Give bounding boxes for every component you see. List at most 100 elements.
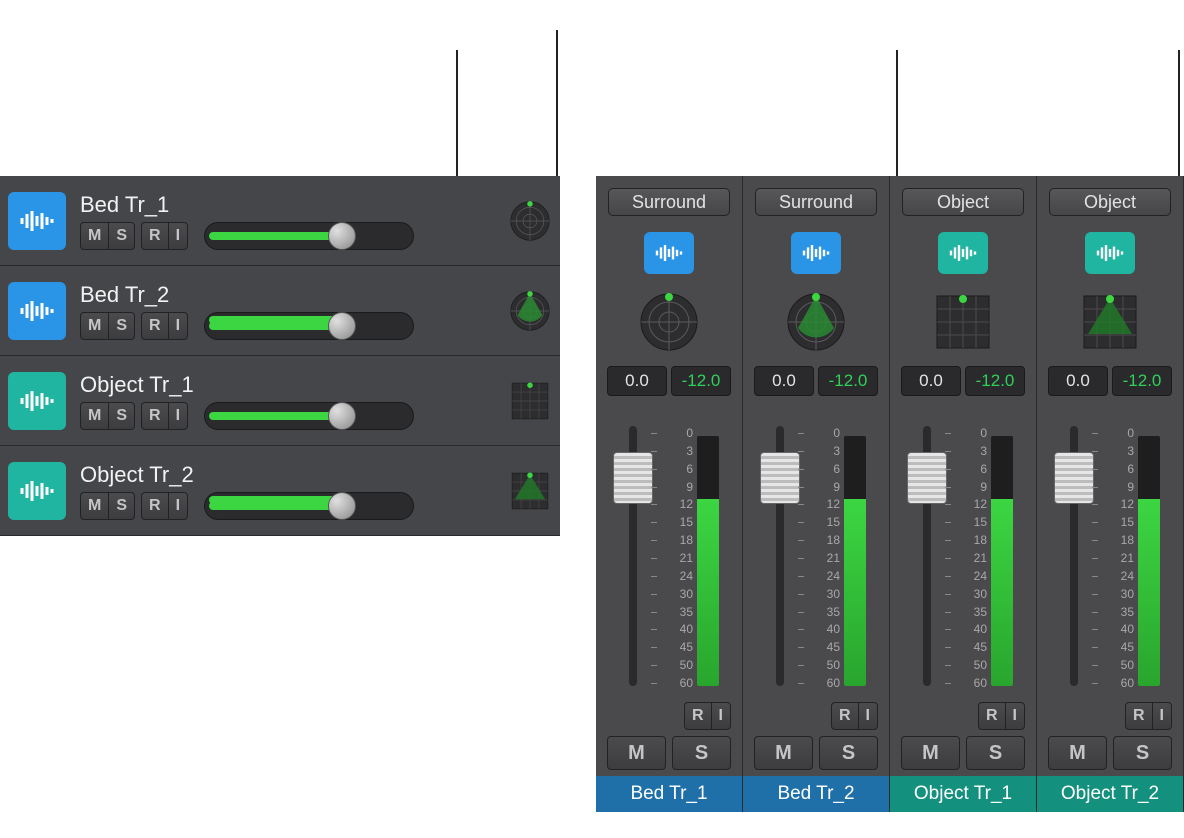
scale-tick: 15	[1100, 515, 1134, 529]
record-button[interactable]: R	[141, 222, 168, 250]
record-button[interactable]: R	[978, 702, 1005, 730]
record-button[interactable]: R	[141, 312, 168, 340]
fader-thumb[interactable]	[760, 452, 800, 504]
solo-button[interactable]: S	[108, 312, 135, 340]
peak-readout[interactable]: -12.0	[818, 366, 878, 396]
input-monitor-button[interactable]: I	[168, 222, 188, 250]
scale-tick: 12	[953, 497, 987, 511]
gain-readout[interactable]: 0.0	[607, 366, 667, 396]
surround-panner[interactable]	[1076, 288, 1144, 356]
volume-slider[interactable]	[204, 312, 414, 340]
scale-tick: 21	[1100, 551, 1134, 565]
mute-button[interactable]: M	[1048, 736, 1107, 770]
scale-tick: 18	[1100, 533, 1134, 547]
solo-button[interactable]: S	[108, 222, 135, 250]
input-monitor-button[interactable]: I	[168, 492, 188, 520]
mixer: Surround 0.0 -12.0 036912151821243035404…	[596, 176, 1184, 812]
output-mode-button[interactable]: Surround	[608, 188, 730, 216]
input-monitor-button[interactable]: I	[168, 312, 188, 340]
surround-panner[interactable]	[929, 288, 997, 356]
fader-thumb[interactable]	[613, 452, 653, 504]
scale-tick: 21	[806, 551, 840, 565]
input-monitor-button[interactable]: I	[711, 702, 731, 730]
peak-readout[interactable]: -12.0	[965, 366, 1025, 396]
panner-mini[interactable]	[508, 199, 552, 243]
mute-button[interactable]: M	[607, 736, 666, 770]
scale-tick: 45	[659, 640, 693, 654]
mute-button[interactable]: M	[80, 312, 108, 340]
track-type-icon	[791, 232, 841, 274]
record-button[interactable]: R	[141, 492, 168, 520]
scale-tick: 60	[659, 676, 693, 690]
scale-tick: 35	[806, 605, 840, 619]
panner-mini[interactable]	[508, 379, 552, 423]
output-mode-button[interactable]: Surround	[755, 188, 877, 216]
fader-thumb[interactable]	[1054, 452, 1094, 504]
track-name-label: Bed Tr_2	[80, 282, 508, 308]
channel-strip: Surround 0.0 -12.0 036912151821243035404…	[743, 176, 890, 812]
panner-mini[interactable]	[508, 289, 552, 333]
track-type-icon	[644, 232, 694, 274]
surround-panner[interactable]	[782, 288, 850, 356]
track-row[interactable]: Object Tr_2 M S R I	[0, 446, 560, 536]
channel-name-label[interactable]: Object Tr_1	[890, 776, 1036, 812]
input-monitor-button[interactable]: I	[858, 702, 878, 730]
solo-button[interactable]: S	[966, 736, 1025, 770]
level-meter	[697, 436, 719, 686]
surround-panner[interactable]	[635, 288, 703, 356]
output-mode-button[interactable]: Object	[902, 188, 1024, 216]
scale-tick: 6	[1100, 462, 1134, 476]
mute-button[interactable]: M	[80, 492, 108, 520]
gain-readout[interactable]: 0.0	[754, 366, 814, 396]
solo-button[interactable]: S	[819, 736, 878, 770]
channel-name-label[interactable]: Bed Tr_2	[743, 776, 889, 812]
mute-button[interactable]: M	[80, 222, 108, 250]
scale-tick: 18	[953, 533, 987, 547]
gain-readout[interactable]: 0.0	[901, 366, 961, 396]
level-meter	[991, 436, 1013, 686]
input-monitor-button[interactable]: I	[168, 402, 188, 430]
solo-button[interactable]: S	[672, 736, 731, 770]
channel-strip: Object 0.0 -12.0 03691215182124303540455…	[1037, 176, 1184, 812]
scale-tick: 30	[659, 587, 693, 601]
peak-readout[interactable]: -12.0	[1112, 366, 1172, 396]
scale-tick: 12	[659, 497, 693, 511]
record-button[interactable]: R	[1125, 702, 1152, 730]
solo-button[interactable]: S	[108, 402, 135, 430]
record-button[interactable]: R	[141, 402, 168, 430]
record-button[interactable]: R	[831, 702, 858, 730]
scale-tick: 40	[806, 622, 840, 636]
gain-readout[interactable]: 0.0	[1048, 366, 1108, 396]
scale-tick: 60	[1100, 676, 1134, 690]
track-row[interactable]: Bed Tr_1 M S R I	[0, 176, 560, 266]
scale-tick: 60	[806, 676, 840, 690]
scale-tick: 6	[659, 462, 693, 476]
scale-tick: 18	[659, 533, 693, 547]
level-meter	[844, 436, 866, 686]
mute-button[interactable]: M	[754, 736, 813, 770]
track-row[interactable]: Bed Tr_2 M S R I	[0, 266, 560, 356]
output-mode-button[interactable]: Object	[1049, 188, 1171, 216]
input-monitor-button[interactable]: I	[1005, 702, 1025, 730]
mute-button[interactable]: M	[901, 736, 960, 770]
solo-button[interactable]: S	[1113, 736, 1172, 770]
scale-tick: 30	[953, 587, 987, 601]
scale-tick: 40	[659, 622, 693, 636]
channel-name-label[interactable]: Bed Tr_1	[596, 776, 742, 812]
track-type-icon	[8, 462, 66, 520]
volume-slider[interactable]	[204, 222, 414, 250]
scale-tick: 0	[1100, 426, 1134, 440]
input-monitor-button[interactable]: I	[1152, 702, 1172, 730]
track-name-label: Bed Tr_1	[80, 192, 508, 218]
channel-name-label[interactable]: Object Tr_2	[1037, 776, 1183, 812]
track-row[interactable]: Object Tr_1 M S R I	[0, 356, 560, 446]
volume-slider[interactable]	[204, 492, 414, 520]
solo-button[interactable]: S	[108, 492, 135, 520]
peak-readout[interactable]: -12.0	[671, 366, 731, 396]
volume-slider[interactable]	[204, 402, 414, 430]
mute-button[interactable]: M	[80, 402, 108, 430]
record-button[interactable]: R	[684, 702, 711, 730]
track-list: Bed Tr_1 M S R I	[0, 176, 560, 536]
fader-thumb[interactable]	[907, 452, 947, 504]
panner-mini[interactable]	[508, 469, 552, 513]
